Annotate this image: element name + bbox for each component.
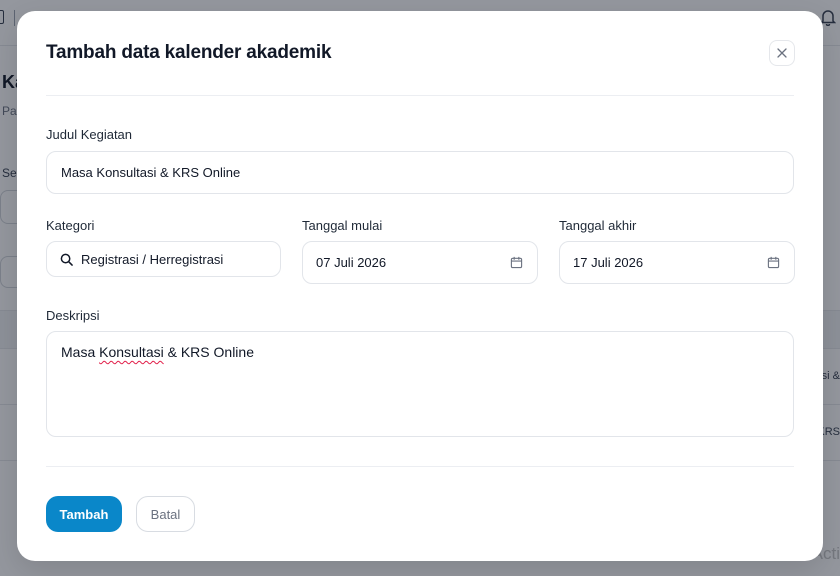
add-calendar-modal: Tambah data kalender akademik Judul Kegi… xyxy=(17,11,823,561)
calendar-icon[interactable] xyxy=(510,256,523,269)
search-icon xyxy=(60,253,73,266)
modal-header-divider xyxy=(46,95,794,96)
judul-kegiatan-label: Judul Kegiatan xyxy=(46,127,133,142)
tambah-button[interactable]: Tambah xyxy=(46,496,122,532)
deskripsi-misspelled-word: Konsultasi xyxy=(99,344,164,360)
calendar-icon[interactable] xyxy=(767,256,780,269)
kategori-value: Registrasi / Herregistrasi xyxy=(81,251,224,267)
deskripsi-label: Deskripsi xyxy=(46,308,100,323)
deskripsi-text-end: & KRS Online xyxy=(163,344,254,360)
kategori-select[interactable]: Registrasi / Herregistrasi xyxy=(46,241,281,277)
tanggal-akhir-value: 17 Juli 2026 xyxy=(573,255,644,270)
close-button[interactable] xyxy=(769,40,795,66)
tanggal-akhir-input[interactable]: 17 Juli 2026 xyxy=(559,241,795,284)
kategori-label: Kategori xyxy=(46,218,95,233)
deskripsi-text-start: Masa xyxy=(61,344,100,360)
modal-title: Tambah data kalender akademik xyxy=(46,42,332,63)
judul-kegiatan-input[interactable] xyxy=(46,151,794,194)
batal-button[interactable]: Batal xyxy=(136,496,195,532)
tanggal-mulai-input[interactable]: 07 Juli 2026 xyxy=(302,241,538,284)
close-icon xyxy=(777,48,787,58)
modal-footer-divider xyxy=(46,466,794,467)
deskripsi-textarea[interactable]: Masa Konsultasi & KRS Online xyxy=(46,331,794,437)
tanggal-akhir-label: Tanggal akhir xyxy=(559,218,637,233)
tanggal-mulai-value: 07 Juli 2026 xyxy=(316,255,387,270)
tanggal-mulai-label: Tanggal mulai xyxy=(302,218,383,233)
